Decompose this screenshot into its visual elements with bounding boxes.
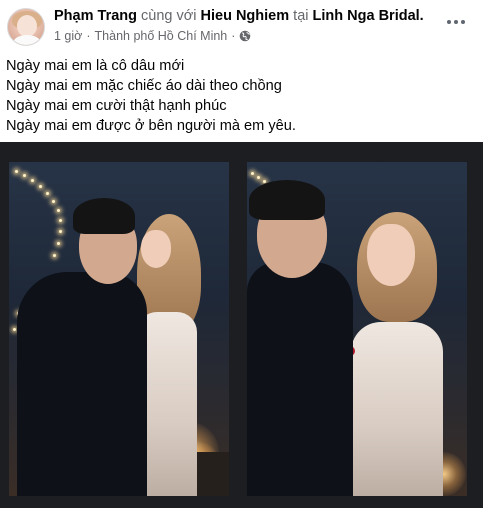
groom-hair bbox=[73, 198, 135, 234]
caption-line: Ngày mai em được ở bên người mà em yêu. bbox=[6, 116, 296, 136]
avatar-body bbox=[13, 35, 41, 46]
bride-face bbox=[141, 230, 171, 268]
post-title-line: Phạm Trang cùng với Hieu Nghiem tại Linh… bbox=[54, 8, 424, 24]
at-word: tại bbox=[293, 8, 308, 24]
more-dot bbox=[447, 20, 451, 24]
groom-suit bbox=[17, 272, 147, 496]
facebook-post: Phạm Trang cùng với Hieu Nghiem tại Linh… bbox=[0, 0, 483, 508]
meta-separator: · bbox=[86, 29, 90, 43]
globe-icon[interactable] bbox=[239, 30, 251, 42]
string-light bbox=[257, 176, 260, 179]
string-light bbox=[251, 172, 254, 175]
bride-dress bbox=[351, 322, 443, 496]
more-options-icon[interactable] bbox=[443, 12, 469, 32]
string-light bbox=[52, 200, 55, 203]
caption-line: Ngày mai em cười thật hạnh phúc bbox=[6, 96, 296, 116]
with-word: cùng với bbox=[141, 8, 196, 24]
string-light bbox=[23, 174, 26, 177]
post-header: Phạm Trang cùng với Hieu Nghiem tại Linh… bbox=[0, 0, 483, 50]
wedding-photo-right[interactable] bbox=[247, 162, 467, 496]
string-light bbox=[31, 179, 34, 182]
string-light bbox=[15, 170, 18, 173]
more-dot bbox=[454, 20, 458, 24]
string-light bbox=[53, 254, 56, 257]
meta-separator-2: · bbox=[231, 29, 235, 43]
groom-suit bbox=[247, 262, 353, 496]
avatar-face bbox=[17, 15, 37, 37]
author-name-link[interactable]: Phạm Trang bbox=[54, 8, 137, 24]
tagged-person-link[interactable]: Hieu Nghiem bbox=[201, 8, 290, 24]
caption-line: Ngày mai em mặc chiếc áo dài theo chồng bbox=[6, 76, 296, 96]
string-light bbox=[59, 230, 62, 233]
post-meta: 1 giờ · Thành phố Hồ Chí Minh · bbox=[54, 29, 251, 43]
place-tag-link[interactable]: Linh Nga Bridal. bbox=[313, 8, 424, 24]
string-light bbox=[46, 192, 49, 195]
caption-line: Ngày mai em là cô dâu mới bbox=[6, 56, 296, 76]
post-time-link[interactable]: 1 giờ bbox=[54, 29, 82, 43]
more-dot bbox=[461, 20, 465, 24]
string-light bbox=[57, 242, 60, 245]
location-link[interactable]: Thành phố Hồ Chí Minh bbox=[95, 29, 228, 43]
string-light bbox=[13, 328, 16, 331]
wedding-photo-left[interactable] bbox=[9, 162, 229, 496]
photo-grid bbox=[0, 142, 483, 508]
string-light bbox=[57, 209, 60, 212]
string-light bbox=[59, 219, 62, 222]
groom-hair bbox=[249, 180, 325, 220]
author-avatar[interactable] bbox=[7, 8, 45, 46]
bride-face bbox=[367, 224, 415, 286]
string-light bbox=[39, 185, 42, 188]
post-caption: Ngày mai em là cô dâu mới Ngày mai em mặ… bbox=[6, 56, 296, 136]
